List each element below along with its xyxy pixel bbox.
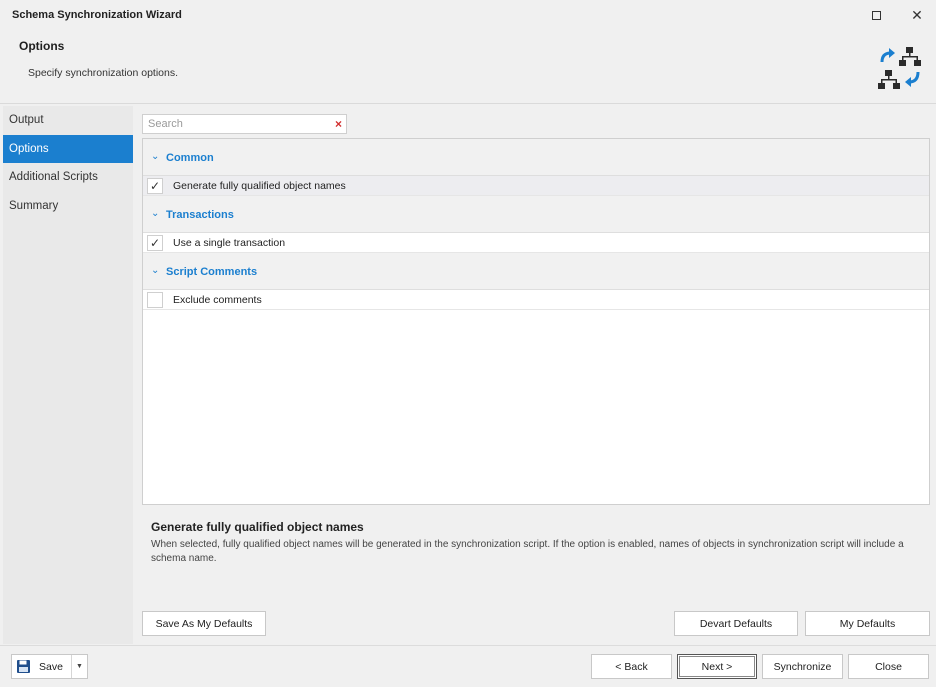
option-checkbox[interactable]	[147, 292, 163, 308]
title-bar: Schema Synchronization Wizard ✕	[0, 0, 936, 30]
maximize-icon	[871, 10, 881, 20]
clear-search-icon[interactable]: ×	[335, 117, 342, 131]
save-button[interactable]: Save	[12, 655, 70, 678]
option-row-single-transaction[interactable]: ✓ Use a single transaction	[143, 233, 929, 253]
option-row-generate-qualified-names[interactable]: ✓ Generate fully qualified object names	[143, 176, 929, 196]
close-icon: ✕	[911, 6, 923, 23]
close-window-button[interactable]: ✕	[904, 4, 930, 26]
my-defaults-button[interactable]: My Defaults	[805, 611, 930, 636]
option-label: Exclude comments	[173, 294, 262, 306]
description-text: When selected, fully qualified object na…	[151, 539, 904, 564]
back-button[interactable]: < Back	[591, 654, 672, 679]
option-checkbox[interactable]: ✓	[147, 178, 163, 194]
chevron-down-icon: ▼	[76, 663, 83, 670]
search-input[interactable]	[143, 115, 328, 133]
option-row-exclude-comments[interactable]: Exclude comments	[143, 290, 929, 310]
option-checkbox[interactable]: ✓	[147, 235, 163, 251]
group-header-common[interactable]: ⌄ Common	[143, 139, 929, 176]
chevron-down-icon: ⌄	[151, 265, 160, 276]
group-header-transactions[interactable]: ⌄ Transactions	[143, 196, 929, 233]
checkmark-icon: ✓	[149, 236, 161, 250]
devart-defaults-button[interactable]: Devart Defaults	[674, 611, 798, 636]
option-label: Generate fully qualified object names	[173, 180, 346, 192]
floppy-disk-icon	[17, 660, 30, 673]
footer-divider	[0, 645, 936, 646]
page-subtitle: Specify synchronization options.	[28, 67, 178, 79]
maximize-button[interactable]	[863, 4, 889, 26]
page-title: Options	[19, 39, 65, 53]
synchronize-button[interactable]: Synchronize	[762, 654, 843, 679]
sidebar-item-options[interactable]: Options	[3, 134, 133, 163]
sidebar-item-output[interactable]: Output	[3, 106, 133, 134]
save-label: Save	[39, 661, 63, 673]
options-list: ⌄ Common ✓ Generate fully qualified obje…	[142, 138, 930, 505]
next-button[interactable]: Next >	[677, 654, 757, 679]
group-label: Common	[166, 152, 214, 164]
wizard-steps-sidebar: Output Options Additional Scripts Summar…	[3, 106, 133, 644]
wizard-header: Options Specify synchronization options.	[0, 30, 936, 104]
sidebar-item-additional-scripts[interactable]: Additional Scripts	[3, 163, 133, 191]
group-label: Transactions	[166, 209, 234, 221]
save-dropdown-button[interactable]: ▼	[71, 655, 87, 678]
group-header-script-comments[interactable]: ⌄ Script Comments	[143, 253, 929, 290]
option-label: Use a single transaction	[173, 237, 286, 249]
save-as-my-defaults-button[interactable]: Save As My Defaults	[142, 611, 266, 636]
search-box: ×	[142, 114, 347, 134]
schema-sync-icon	[878, 47, 921, 89]
group-label: Script Comments	[166, 266, 258, 278]
close-button[interactable]: Close	[848, 654, 929, 679]
window-title: Schema Synchronization Wizard	[12, 9, 182, 21]
checkmark-icon: ✓	[149, 179, 161, 193]
chevron-down-icon: ⌄	[151, 208, 160, 219]
save-split-button: Save ▼	[11, 654, 88, 679]
description-title: Generate fully qualified object names	[151, 520, 364, 534]
chevron-down-icon: ⌄	[151, 151, 160, 162]
sidebar-item-summary[interactable]: Summary	[3, 192, 133, 220]
